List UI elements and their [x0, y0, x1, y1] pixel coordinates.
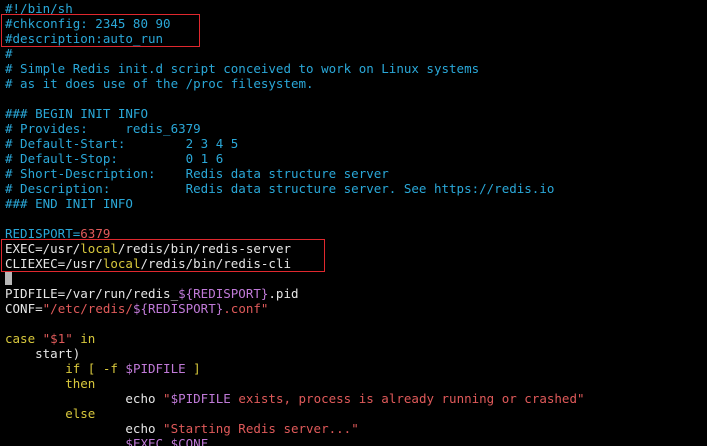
code-token: ${REDISPORT} [132, 301, 224, 316]
code-token: CLIEXEC=/usr/ [5, 256, 103, 271]
code-token: " [163, 391, 171, 406]
code-token: "/etc/redis/ [42, 301, 133, 316]
code-line: # Simple Redis init.d script conceived t… [5, 61, 479, 76]
code-line: case "$1" in [5, 331, 95, 346]
code-token: # Provides: redis_6379 [5, 121, 201, 136]
code-token: # Default-Start: 2 3 4 5 [5, 136, 239, 151]
code-token: # as it does use of the /proc filesystem… [5, 76, 314, 91]
code-token: echo [5, 391, 164, 406]
code-line: #description:auto_run [5, 31, 163, 46]
code-token: # Default-Stop: 0 1 6 [5, 151, 224, 166]
code-line: ### BEGIN INIT INFO [5, 106, 148, 121]
code-token: EXEC=/usr/ [5, 241, 81, 256]
code-token: 6379 [80, 226, 111, 241]
code-token: ${REDISPORT} [178, 286, 269, 301]
code-token: else [5, 406, 96, 421]
code-line: # Provides: redis_6379 [5, 121, 201, 136]
code-line: #chkconfig: 2345 80 90 [5, 16, 171, 31]
code-token: echo [5, 421, 164, 436]
code-token: /redis/bin/redis-cli [140, 256, 291, 271]
code-line: #!/bin/sh [5, 1, 73, 16]
code-token: #description:auto_run [5, 31, 164, 46]
code-line: echo "$PIDFILE exists, process is alread… [5, 391, 585, 406]
code-token: # Description: Redis data structure serv… [5, 181, 555, 196]
code-token: local [102, 256, 141, 271]
code-line: else [5, 406, 95, 421]
terminal-window[interactable]: #!/bin/sh #chkconfig: 2345 80 90 #descript… [0, 0, 707, 446]
code-token: ### BEGIN INIT INFO [5, 106, 148, 121]
code-token: # [5, 46, 13, 61]
code-line: if [ -f $PIDFILE ] [5, 361, 201, 376]
code-line: # Short-Description: Redis data structur… [5, 166, 389, 181]
code-token: $PIDFILE [170, 391, 231, 406]
code-token: # Short-Description: Redis data structur… [5, 166, 389, 181]
code-token: if [ -f [5, 361, 126, 376]
code-token: .conf" [223, 301, 269, 316]
code-token: start) [5, 346, 81, 361]
code-line: # Default-Stop: 0 1 6 [5, 151, 223, 166]
code-token: "Starting Redis server..." [163, 421, 359, 436]
code-token: ### END INIT INFO [5, 196, 133, 211]
code-token: #chkconfig: 2345 80 90 [5, 16, 171, 31]
code-token: $PIDFILE [125, 361, 186, 376]
code-token: case [5, 331, 43, 346]
code-token: # Simple Redis init.d script conceived t… [5, 61, 480, 76]
code-line: CONF="/etc/redis/${REDISPORT}.conf" [5, 301, 268, 316]
code-token: REDISPORT= [5, 226, 81, 241]
code-token: CONF= [5, 301, 43, 316]
code-line: start) [5, 346, 80, 361]
code-token: #!/bin/sh [5, 1, 73, 16]
code-line: then [5, 376, 95, 391]
code-line: # as it does use of the /proc filesystem… [5, 76, 314, 91]
code-line: # [5, 46, 13, 61]
code-token: "$1" [42, 331, 73, 346]
code-line: REDISPORT=6379 [5, 226, 110, 241]
code-line: echo "Starting Redis server..." [5, 421, 359, 436]
code-token: $EXEC $CONF [125, 436, 209, 446]
code-token: then [5, 376, 96, 391]
code-token: PIDFILE=/var/run/redis_ [5, 286, 179, 301]
code-line: PIDFILE=/var/run/redis_${REDISPORT}.pid [5, 286, 299, 301]
code-token: local [80, 241, 118, 256]
code-token: ] [185, 361, 201, 376]
code-token: exists, process is already running or cr… [230, 391, 585, 406]
code-line: CLIEXEC=/usr/local/redis/bin/redis-cli [5, 256, 291, 271]
code-line: EXEC=/usr/local/redis/bin/redis-server [5, 241, 291, 256]
code-line: # Description: Redis data structure serv… [5, 181, 554, 196]
code-token: /redis/bin/redis-server [117, 241, 291, 256]
text-cursor [5, 272, 12, 285]
code-token: in [72, 331, 96, 346]
code-token: .pid [268, 286, 299, 301]
code-line: # Default-Start: 2 3 4 5 [5, 136, 238, 151]
code-line: $EXEC $CONF [5, 436, 208, 446]
code-line: ### END INIT INFO [5, 196, 133, 211]
